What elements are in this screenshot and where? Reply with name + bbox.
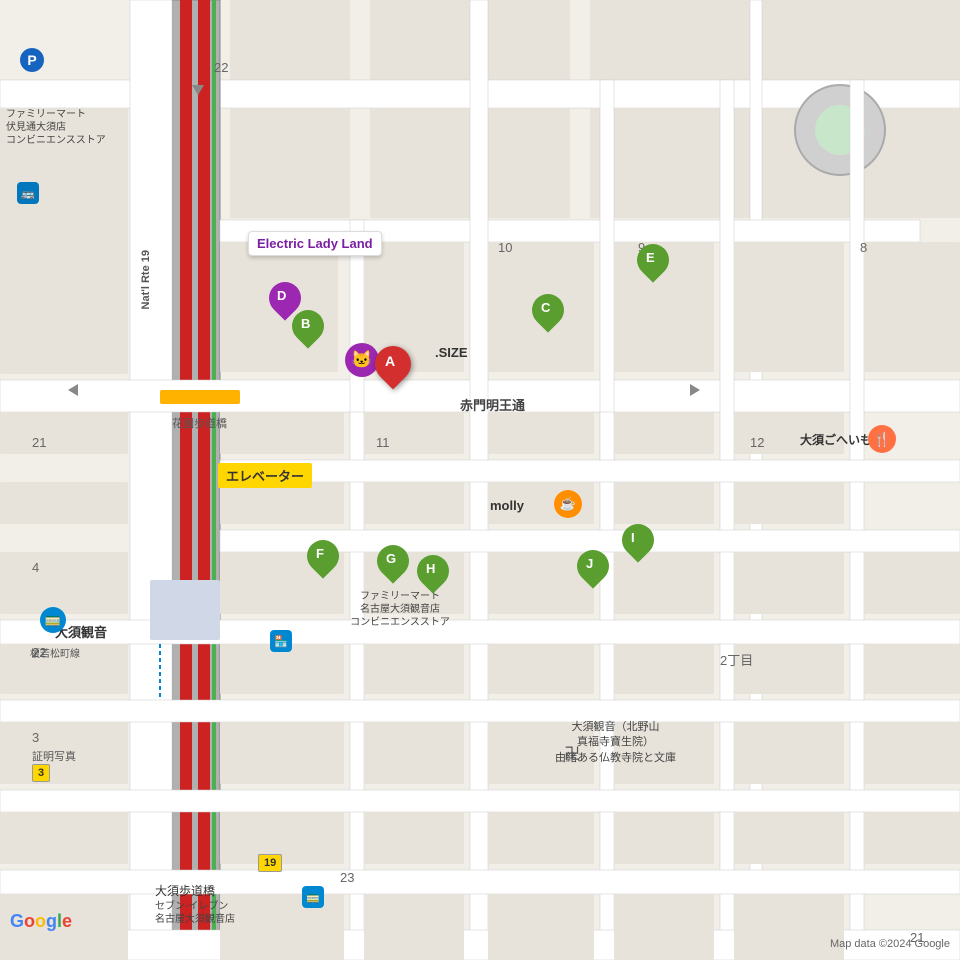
marker-H[interactable]: H xyxy=(417,555,449,593)
street-num-10: 10 xyxy=(498,240,512,255)
famima-fushimi-label: ファミリーマート 伏見通大須店 コンビニエンスストア xyxy=(6,108,156,147)
station-icon-bottom: 🚃 xyxy=(302,886,324,908)
marker-F[interactable]: F xyxy=(307,540,339,578)
street-num-8: 8 xyxy=(860,240,867,255)
elevator-label: エレベーター xyxy=(218,463,312,488)
transit-icon-famima: 🏪 xyxy=(270,630,292,652)
street-num-3: 3 xyxy=(32,730,39,745)
marker-G[interactable]: G xyxy=(377,545,409,583)
coffee-icon: ☕ xyxy=(554,490,582,518)
proof-photo-badge: 3 xyxy=(32,764,50,782)
temple-swastika-icon: 卍 xyxy=(564,740,580,764)
street-num-11: 11 xyxy=(376,435,390,450)
seven-eleven-label: セブン-イレブン 名古屋大須観音店 xyxy=(155,900,315,926)
parking-icon: P xyxy=(20,48,44,72)
google-logo: Google xyxy=(10,911,72,932)
size-label: .SIZE xyxy=(435,345,468,360)
route-19-badge: 19 xyxy=(258,854,282,872)
marker-A-main[interactable]: A xyxy=(375,346,411,388)
street-num-22-top: 22 xyxy=(214,60,228,75)
street-num-22-left: 22 xyxy=(32,645,46,660)
food-icon: 🍴 xyxy=(868,425,896,453)
map-container[interactable]: 10 9 8 11 12 21 4 22 3 19 23 2丁目 21 22 N… xyxy=(0,0,960,960)
transit-icon-top: 🚌 xyxy=(17,182,39,204)
marker-B[interactable]: B xyxy=(292,310,324,348)
station-icon-osu: 🚃 xyxy=(40,607,66,633)
marker-C[interactable]: C xyxy=(532,294,564,332)
marker-I[interactable]: I xyxy=(622,524,654,562)
street-num-12: 12 xyxy=(750,435,764,450)
street-num-4: 4 xyxy=(32,560,39,575)
famima-osu-label: ファミリーマート 名古屋大須観音店 コンビニエンスストア xyxy=(310,590,490,629)
street-num-21-left: 21 xyxy=(32,435,46,450)
natl-rte-label: Nat'l Rte 19 xyxy=(140,250,152,309)
street-num-23: 23 xyxy=(340,870,354,885)
street-num-2chome: 2丁目 xyxy=(720,650,753,669)
marker-E[interactable]: E xyxy=(637,244,669,282)
map-data-text: Map data ©2024 Google xyxy=(830,938,950,950)
marker-J[interactable]: J xyxy=(577,550,609,588)
